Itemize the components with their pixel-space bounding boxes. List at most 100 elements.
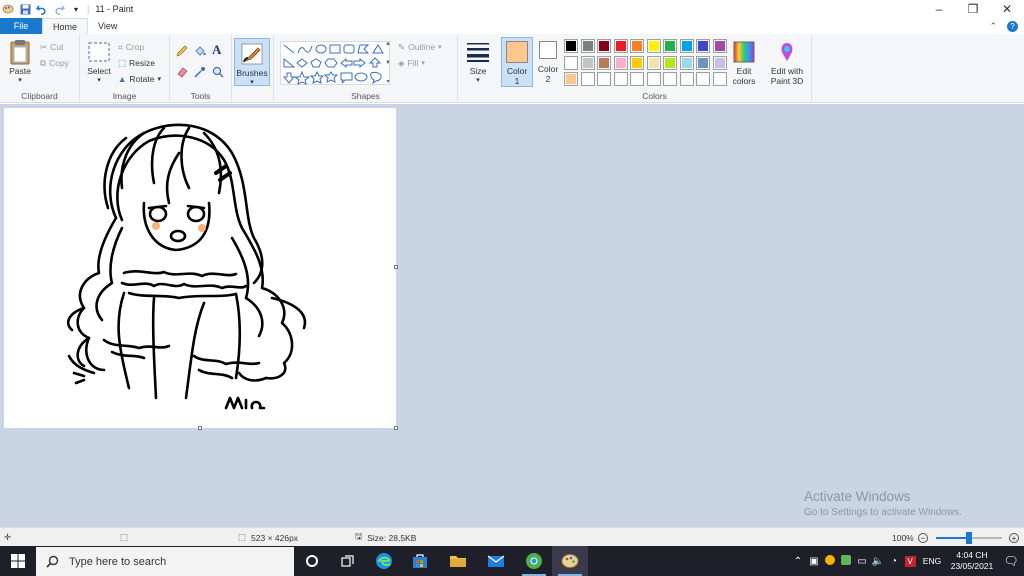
cut-button[interactable]: ✂ Cut: [40, 40, 63, 54]
customize-qat-icon[interactable]: ▾: [70, 3, 82, 15]
resize-button[interactable]: ⬚ Resize: [118, 56, 155, 70]
edit-colors-button[interactable]: Edit colors: [730, 40, 758, 86]
pencil-icon[interactable]: [176, 45, 188, 59]
canvas-resize-handle-bottom[interactable]: [198, 426, 202, 430]
store-taskbar-button[interactable]: [402, 546, 438, 576]
disk-icon: 🖫: [355, 530, 363, 541]
redo-icon[interactable]: [53, 3, 65, 15]
canvas-resize-handle-corner[interactable]: [394, 426, 398, 430]
android-tray-icon[interactable]: [838, 555, 854, 567]
palette-swatch[interactable]: [613, 72, 628, 86]
shapes-gallery[interactable]: [280, 41, 390, 85]
language-indicator[interactable]: ENG: [918, 556, 946, 566]
palette-swatch[interactable]: [696, 72, 710, 86]
show-hidden-icons-chevron-icon[interactable]: ⌃: [790, 556, 806, 567]
text-icon[interactable]: A: [212, 42, 221, 58]
palette-swatch[interactable]: [663, 39, 677, 53]
palette-swatch[interactable]: [646, 55, 661, 70]
volume-icon[interactable]: 🔈: [870, 556, 886, 567]
eraser-icon[interactable]: [176, 66, 188, 80]
tab-home[interactable]: Home: [42, 18, 89, 34]
palette-swatch[interactable]: [679, 55, 694, 70]
palette-swatch[interactable]: [679, 72, 694, 86]
palette-swatch[interactable]: [712, 72, 727, 86]
copy-button[interactable]: ⧉ Copy: [40, 56, 69, 70]
wifi-icon[interactable]: ◔: [886, 556, 902, 567]
palette-swatch[interactable]: [564, 39, 578, 53]
restore-button[interactable]: ❐: [956, 0, 990, 18]
paste-button[interactable]: Paste ▾: [6, 40, 34, 84]
fill-icon[interactable]: [194, 45, 206, 59]
edge-taskbar-button[interactable]: [366, 546, 402, 576]
palette-swatch[interactable]: [597, 72, 611, 86]
select-button[interactable]: Select ▾: [84, 40, 114, 84]
palette-swatch[interactable]: [696, 39, 710, 53]
paint-app-icon[interactable]: [2, 3, 14, 15]
palette-swatch[interactable]: [597, 39, 611, 53]
screenshot-tray-icon[interactable]: ▣: [806, 556, 822, 567]
task-view-button[interactable]: [330, 546, 366, 576]
vietkey-tray-icon[interactable]: V: [902, 555, 918, 567]
palette-swatch[interactable]: [580, 55, 595, 70]
tab-view[interactable]: View: [88, 18, 127, 34]
zoom-in-button[interactable]: +: [1009, 528, 1019, 547]
close-button[interactable]: ✕: [990, 0, 1024, 18]
palette-swatch[interactable]: [580, 39, 595, 53]
edit-with-paint3d-button[interactable]: Edit with Paint 3D: [766, 40, 808, 86]
color1-button[interactable]: Color 1: [501, 37, 533, 87]
palette-swatch[interactable]: [679, 39, 694, 53]
palette-swatch[interactable]: [712, 39, 727, 53]
drawing-canvas[interactable]: [4, 108, 396, 428]
battery-icon[interactable]: ▭: [854, 556, 870, 567]
brushes-button[interactable]: Brushes ▾: [234, 38, 270, 86]
magnifier-icon[interactable]: [212, 66, 224, 80]
palette-swatch[interactable]: [580, 72, 595, 86]
taskbar-search-box[interactable]: Type here to search: [36, 547, 294, 576]
chrome-taskbar-button[interactable]: [516, 546, 552, 576]
rotate-button[interactable]: ▲ Rotate ▾: [118, 72, 161, 86]
palette-swatch[interactable]: [630, 39, 644, 53]
color-picker-icon[interactable]: [194, 66, 206, 80]
shapes-scroll[interactable]: ▲ ▼ ▾: [384, 41, 392, 85]
outline-button[interactable]: ✎ Outline ▾: [398, 40, 442, 54]
palette-swatch[interactable]: [613, 39, 628, 53]
paint-taskbar-button[interactable]: [552, 546, 588, 576]
collapse-ribbon-icon[interactable]: ⌃: [989, 21, 997, 32]
crop-button[interactable]: ⌗ Crop: [118, 40, 144, 54]
palette-swatch[interactable]: [630, 55, 644, 70]
app-tray-icon[interactable]: [822, 555, 838, 567]
fill-button[interactable]: ◈ Fill ▾: [398, 56, 425, 70]
zoom-out-button[interactable]: −: [918, 528, 928, 547]
save-icon[interactable]: [19, 3, 31, 15]
shapes-expand-icon[interactable]: ▾: [386, 78, 389, 85]
palette-swatch[interactable]: [663, 72, 677, 86]
size-button[interactable]: Size ▾: [462, 40, 494, 84]
notifications-icon[interactable]: 🗨: [998, 554, 1024, 568]
palette-swatch[interactable]: [646, 72, 661, 86]
zoom-slider[interactable]: [936, 532, 1002, 544]
taskbar-clock[interactable]: 4:04 CH 23/05/2021: [946, 550, 998, 572]
palette-swatch[interactable]: [613, 55, 628, 70]
palette-swatch[interactable]: [696, 55, 710, 70]
shapes-group: ▲ ▼ ▾ ✎ Outline ▾ ◈ Fill ▾ Shapes: [274, 34, 458, 103]
undo-icon[interactable]: [36, 3, 48, 15]
shapes-scroll-down-icon[interactable]: ▼: [385, 60, 391, 66]
palette-swatch[interactable]: [597, 55, 611, 70]
start-button[interactable]: [0, 546, 36, 576]
tab-file[interactable]: File: [0, 18, 42, 34]
palette-swatch[interactable]: [630, 72, 644, 86]
file-explorer-taskbar-button[interactable]: [440, 546, 476, 576]
palette-swatch[interactable]: [646, 39, 661, 53]
canvas-resize-handle-right[interactable]: [394, 265, 398, 269]
help-icon[interactable]: ?: [1007, 20, 1018, 32]
cortana-button[interactable]: [294, 546, 330, 576]
shapes-scroll-up-icon[interactable]: ▲: [385, 41, 391, 47]
minimize-button[interactable]: –: [922, 0, 956, 18]
palette-swatch[interactable]: [564, 55, 578, 70]
palette-swatch[interactable]: [663, 55, 677, 70]
zoom-slider-thumb[interactable]: [966, 532, 972, 544]
color2-button[interactable]: Color 2: [536, 40, 560, 84]
palette-swatch[interactable]: [564, 72, 578, 86]
mail-taskbar-button[interactable]: [478, 546, 514, 576]
palette-swatch[interactable]: [712, 55, 727, 70]
